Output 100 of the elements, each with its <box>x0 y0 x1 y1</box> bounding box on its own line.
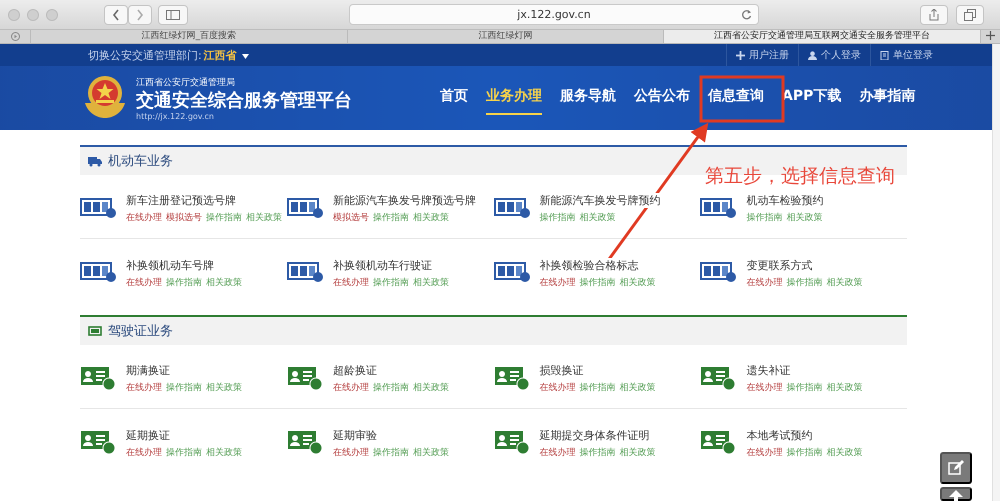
service-title[interactable]: 新车注册登记预选号牌 <box>126 193 236 208</box>
service-link[interactable]: 操作指南 <box>746 211 782 224</box>
service-link[interactable]: 模拟选号 <box>332 211 369 224</box>
service-link[interactable]: 相关政策 <box>206 381 242 394</box>
nav-item[interactable]: APP下载 <box>782 81 842 115</box>
service-link[interactable]: 相关政策 <box>786 211 822 224</box>
service-link[interactable]: 相关政策 <box>412 211 449 224</box>
site-url: http://jx.122.gov.cn <box>136 112 215 120</box>
service-link[interactable]: 在线办理 <box>540 381 576 394</box>
service-link[interactable]: 操作指南 <box>580 446 616 458</box>
service-link[interactable]: 相关政策 <box>826 276 862 288</box>
service-title[interactable]: 延期审验 <box>332 428 377 442</box>
service-link[interactable]: 相关政策 <box>620 446 656 458</box>
service-link[interactable]: 相关政策 <box>206 276 242 288</box>
card-icon <box>88 326 102 336</box>
service-link[interactable]: 模拟选号 <box>166 211 202 224</box>
region-selector[interactable]: 江西省 <box>204 48 237 62</box>
service-link[interactable]: 相关政策 <box>826 446 862 458</box>
service-link[interactable]: 操作指南 <box>372 211 409 224</box>
share-icon <box>929 8 939 20</box>
nav-item[interactable]: 公告公布 <box>634 81 690 115</box>
edit-button[interactable] <box>940 452 972 484</box>
tabs-button[interactable] <box>956 4 984 24</box>
caret-icon[interactable] <box>242 54 249 58</box>
service-link[interactable]: 相关政策 <box>246 211 282 224</box>
browser-tab[interactable]: 江西红绿灯网 <box>346 30 664 43</box>
region-label: 切换公安交通管理部门: <box>88 48 202 62</box>
service-link[interactable]: 在线办理 <box>126 446 162 458</box>
service-title[interactable]: 延期换证 <box>126 428 170 442</box>
service-link[interactable]: 操作指南 <box>580 381 616 394</box>
service-link[interactable]: 在线办理 <box>332 381 369 394</box>
nav-item[interactable]: 办事指南 <box>859 81 916 115</box>
section-title: 驾驶证业务 <box>108 323 173 340</box>
service-title[interactable]: 机动车检验预约 <box>746 193 824 208</box>
service-title[interactable]: 变更联系方式 <box>746 258 812 272</box>
site-title: 交通安全综合服务管理平台 <box>136 88 352 112</box>
service-link[interactable]: 相关政策 <box>580 211 616 224</box>
service-link[interactable]: 操作指南 <box>372 276 409 288</box>
service-title[interactable]: 超龄换证 <box>332 363 377 378</box>
service-link[interactable]: 在线办理 <box>746 381 782 394</box>
building-icon <box>880 50 889 60</box>
service-title[interactable]: 补换领机动车行驶证 <box>332 258 432 272</box>
service-link[interactable]: 在线办理 <box>746 446 782 458</box>
service-title[interactable]: 本地考试预约 <box>746 428 812 442</box>
header-link[interactable]: 个人登录 <box>821 48 861 62</box>
service-link[interactable]: 操作指南 <box>786 446 822 458</box>
service-link[interactable]: 相关政策 <box>412 276 449 288</box>
scrollbar[interactable] <box>992 44 1000 501</box>
nav-item[interactable]: 信息查询 <box>708 81 764 115</box>
service-link[interactable]: 操作指南 <box>372 446 409 458</box>
service-link[interactable]: 操作指南 <box>206 211 242 224</box>
address-bar[interactable]: jx.122.gov.cn <box>349 4 759 25</box>
url-text: jx.122.gov.cn <box>517 8 591 21</box>
edit-icon <box>948 460 964 476</box>
service-link[interactable]: 在线办理 <box>126 381 162 394</box>
share-button[interactable] <box>920 4 948 24</box>
service-link[interactable]: 在线办理 <box>126 211 162 224</box>
service-link[interactable]: 相关政策 <box>620 381 656 394</box>
service-link[interactable]: 在线办理 <box>540 446 576 458</box>
browser-tab[interactable]: 江西省公安厅交通管理局互联网交通安全服务管理平台 <box>663 30 980 43</box>
nav-item[interactable]: 业务办理 <box>486 81 542 115</box>
service-title[interactable]: 补换领机动车号牌 <box>126 258 214 272</box>
service-link[interactable]: 操作指南 <box>786 276 822 288</box>
back-to-top-button[interactable] <box>940 487 972 501</box>
service-link[interactable]: 在线办理 <box>126 276 162 288</box>
service-link[interactable]: 操作指南 <box>166 276 202 288</box>
person-icon <box>808 50 817 60</box>
service-link[interactable]: 操作指南 <box>540 211 576 224</box>
plus-icon <box>986 31 996 40</box>
header-link[interactable]: 用户注册 <box>749 48 789 62</box>
service-link[interactable]: 相关政策 <box>826 381 862 394</box>
nav-item[interactable]: 首页 <box>440 81 468 115</box>
service-link[interactable]: 相关政策 <box>620 276 656 288</box>
service-link[interactable]: 操作指南 <box>372 381 409 394</box>
service-link[interactable]: 在线办理 <box>332 276 369 288</box>
service-title[interactable]: 新能源汽车换发号牌预选号牌 <box>332 193 476 208</box>
sidebar-button[interactable] <box>158 4 188 24</box>
service-title[interactable]: 补换领检验合格标志 <box>540 258 638 272</box>
service-title[interactable]: 新能源汽车换发号牌预约 <box>540 193 660 208</box>
service-title[interactable]: 遗失补证 <box>746 363 790 378</box>
service-link[interactable]: 操作指南 <box>580 276 616 288</box>
header-link[interactable]: 单位登录 <box>893 48 933 62</box>
service-link[interactable]: 相关政策 <box>412 446 449 458</box>
service-link[interactable]: 相关政策 <box>206 446 242 458</box>
arrow-up-icon <box>949 490 963 501</box>
service-link[interactable]: 相关政策 <box>412 381 449 394</box>
service-link[interactable]: 操作指南 <box>166 446 202 458</box>
service-link[interactable]: 操作指南 <box>166 381 202 394</box>
nav-item[interactable]: 服务导航 <box>560 81 616 115</box>
service-title[interactable]: 损毁换证 <box>540 363 584 378</box>
back-button[interactable] <box>104 4 128 24</box>
reload-icon[interactable] <box>741 9 752 20</box>
sidebar-icon <box>166 10 180 20</box>
service-link[interactable]: 在线办理 <box>332 446 369 458</box>
service-title[interactable]: 期满换证 <box>126 363 170 378</box>
service-title[interactable]: 延期提交身体条件证明 <box>540 428 650 442</box>
service-link[interactable]: 操作指南 <box>786 381 822 394</box>
service-link[interactable]: 在线办理 <box>746 276 782 288</box>
service-link[interactable]: 在线办理 <box>540 276 576 288</box>
organization-name: 江西省公安厅交通管理局 <box>136 76 236 88</box>
